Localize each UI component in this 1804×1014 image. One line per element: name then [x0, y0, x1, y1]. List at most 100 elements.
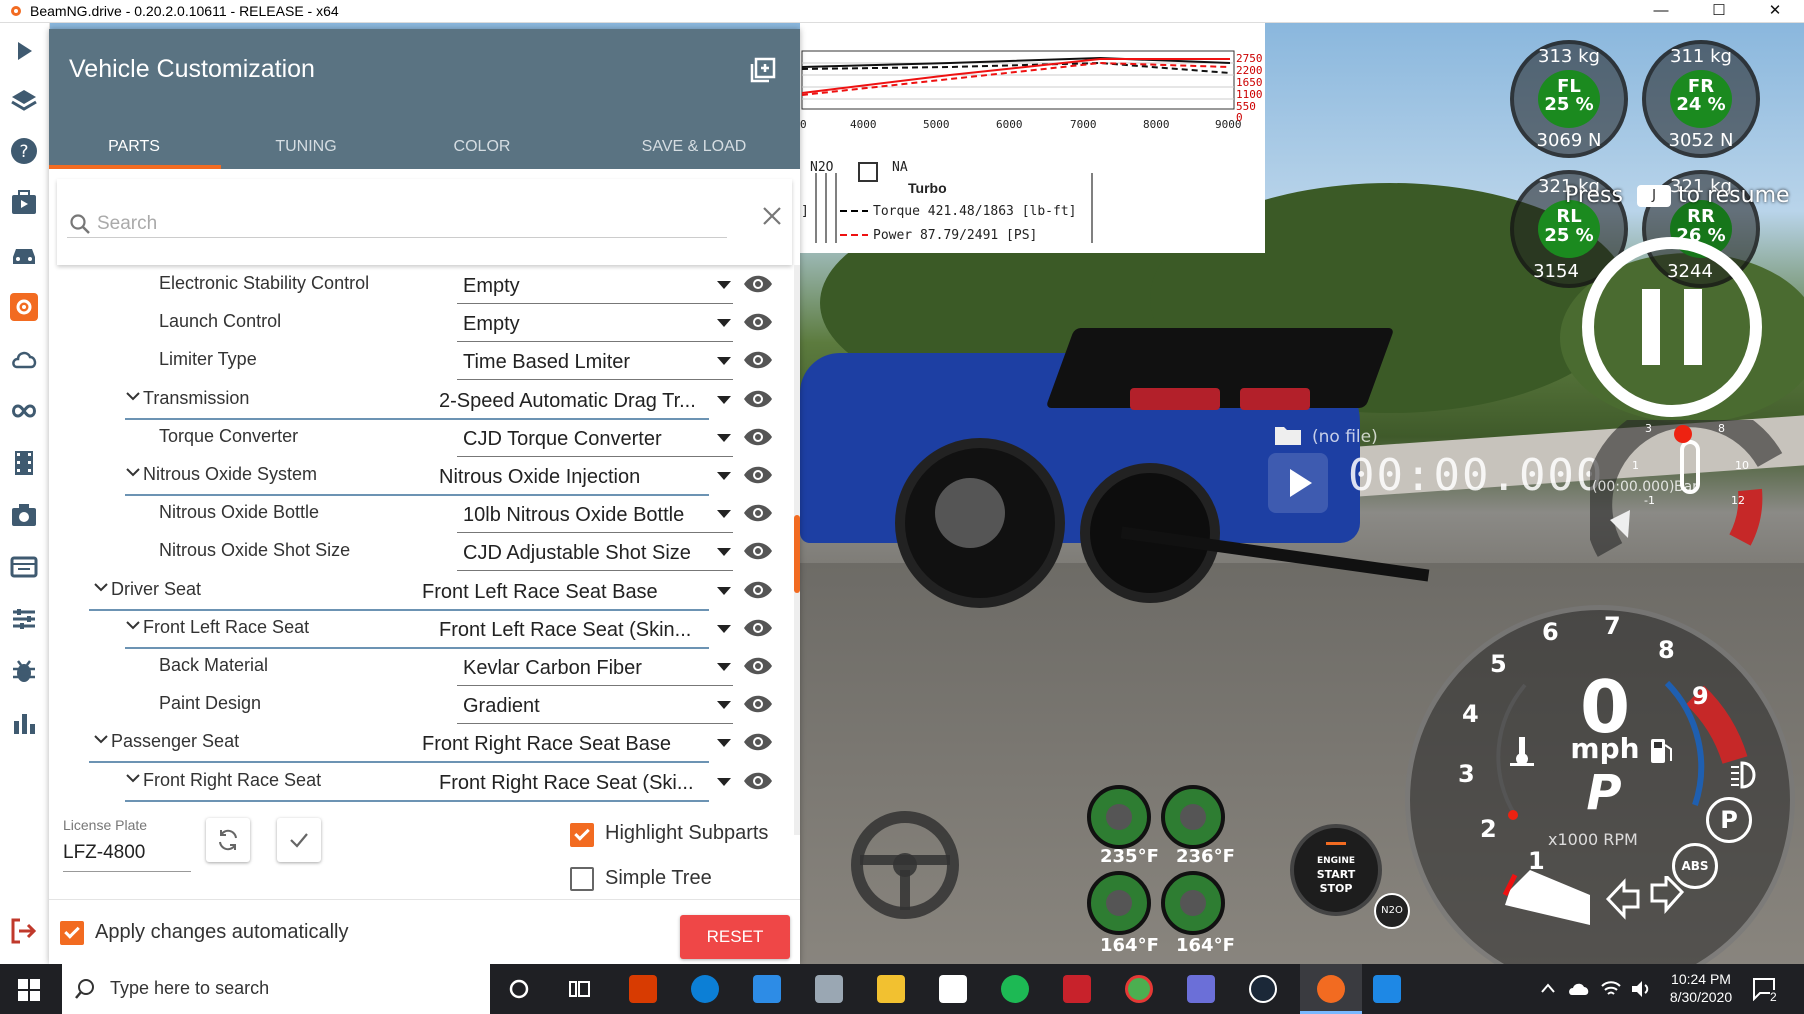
folder-icon[interactable] — [1274, 424, 1302, 446]
eye-icon[interactable] — [743, 617, 773, 639]
tab-save-load[interactable]: SAVE & LOAD — [599, 125, 789, 169]
office-icon[interactable] — [629, 975, 657, 1003]
dropdown-caret-icon[interactable] — [717, 663, 731, 671]
parking-brake-badge[interactable]: P — [1706, 797, 1752, 843]
dropdown-caret-icon[interactable] — [717, 624, 731, 633]
help-icon[interactable]: ? — [10, 137, 38, 165]
headlight-icon[interactable] — [1728, 757, 1764, 793]
eye-icon[interactable] — [743, 273, 773, 295]
discord-icon[interactable] — [1187, 975, 1215, 1003]
dropdown-caret-icon[interactable] — [717, 395, 731, 404]
scrollbar-thumb[interactable] — [794, 515, 800, 593]
minimize-button[interactable]: — — [1632, 0, 1690, 22]
tab-parts[interactable]: PARTS — [49, 125, 219, 169]
chrome-icon[interactable] — [1125, 975, 1153, 1003]
chevron-down-icon[interactable] — [91, 577, 111, 597]
tab-color[interactable]: COLOR — [397, 125, 567, 169]
search-input[interactable] — [95, 209, 719, 239]
media-app-icon[interactable] — [1063, 975, 1091, 1003]
eye-icon[interactable] — [743, 311, 773, 333]
replay-play-icon[interactable] — [1268, 453, 1328, 513]
chevron-down-icon[interactable] — [123, 462, 143, 482]
dropdown-caret-icon[interactable] — [717, 319, 731, 328]
engine-start-stop-button[interactable]: ENGINE START STOP — [1290, 824, 1382, 916]
maximize-button[interactable]: ☐ — [1690, 0, 1748, 22]
camera-icon[interactable] — [10, 501, 38, 529]
dropdown-caret-icon[interactable] — [717, 357, 731, 366]
chevron-up-icon[interactable] — [1540, 982, 1556, 994]
dropdown-caret-icon[interactable] — [717, 281, 731, 289]
eye-icon[interactable] — [743, 540, 773, 562]
task-view-icon[interactable] — [568, 978, 592, 1000]
wifi-icon[interactable] — [1600, 979, 1622, 999]
eye-icon[interactable] — [743, 349, 773, 371]
apply-changes-auto-checkbox[interactable] — [60, 921, 84, 945]
eye-icon[interactable] — [743, 693, 773, 715]
bug-icon[interactable] — [10, 657, 38, 685]
dropdown-caret-icon[interactable] — [717, 433, 731, 442]
eye-icon[interactable] — [743, 464, 773, 486]
store-icon[interactable] — [939, 975, 967, 1003]
part-select[interactable]: 2-Speed Automatic Drag Tr... — [439, 390, 709, 413]
parts-scrollbar[interactable] — [794, 265, 800, 835]
windows-start-icon[interactable] — [18, 979, 40, 1001]
chart-icon[interactable] — [10, 709, 38, 737]
volume-icon[interactable] — [1630, 979, 1652, 999]
chevron-down-icon[interactable] — [123, 768, 143, 788]
edge-icon[interactable] — [691, 975, 719, 1003]
reset-button[interactable]: RESET — [680, 915, 790, 959]
sliders-icon[interactable] — [10, 605, 38, 633]
part-select[interactable]: Front Left Race Seat (Skin... — [439, 619, 709, 642]
tab-tuning[interactable]: TUNING — [221, 125, 391, 169]
random-plate-button[interactable] — [206, 818, 250, 862]
dropdown-caret-icon[interactable] — [717, 510, 731, 519]
part-select[interactable]: CJD Adjustable Shot Size — [463, 542, 709, 565]
simple-tree-checkbox[interactable] — [570, 867, 594, 891]
taskbar-search[interactable]: Type here to search — [62, 964, 490, 1014]
dropdown-caret-icon[interactable] — [717, 701, 731, 710]
part-select[interactable]: Kevlar Carbon Fiber — [463, 657, 709, 680]
steam-icon[interactable] — [1249, 975, 1277, 1003]
pause-icon[interactable] — [1580, 235, 1765, 420]
part-select[interactable]: Front Left Race Seat Base — [422, 581, 709, 604]
taskbar-clock[interactable]: 10:24 PM 8/30/2020 — [1662, 970, 1740, 1006]
chevron-down-icon[interactable] — [91, 729, 111, 749]
dropdown-caret-icon[interactable] — [717, 586, 731, 595]
license-plate-input[interactable]: LFZ-4800 — [63, 842, 145, 864]
na-toggle-label[interactable]: NA — [892, 160, 908, 175]
infinity-icon[interactable] — [10, 397, 38, 425]
eye-icon[interactable] — [743, 579, 773, 601]
dropdown-caret-icon[interactable] — [717, 472, 731, 480]
exit-icon[interactable] — [10, 917, 38, 945]
scenario-icon[interactable] — [10, 189, 38, 217]
chevron-down-icon[interactable] — [123, 615, 143, 635]
apply-plate-button[interactable] — [277, 818, 321, 862]
layers-icon[interactable] — [10, 87, 38, 115]
part-select[interactable]: 10lb Nitrous Oxide Bottle — [463, 504, 709, 527]
cloud-icon[interactable] — [10, 345, 38, 373]
photos-app-icon[interactable] — [815, 975, 843, 1003]
onedrive-icon[interactable] — [1568, 979, 1590, 997]
dropdown-caret-icon[interactable] — [717, 739, 731, 748]
close-window-button[interactable]: ✕ — [1746, 0, 1804, 22]
n2o-badge[interactable]: N2O — [1374, 893, 1410, 929]
car-icon[interactable] — [10, 241, 38, 269]
part-select[interactable]: Nitrous Oxide Injection — [439, 466, 709, 489]
spotify-icon[interactable] — [1001, 975, 1029, 1003]
part-select[interactable]: Front Right Race Seat (Ski... — [439, 772, 709, 795]
part-select[interactable]: Empty — [463, 313, 709, 336]
film-icon[interactable] — [10, 449, 38, 477]
ui-apps-icon[interactable] — [10, 553, 38, 581]
cortana-icon[interactable] — [508, 978, 530, 1000]
part-select[interactable]: CJD Torque Converter — [463, 428, 709, 451]
eye-icon[interactable] — [743, 426, 773, 448]
taskbar-active-app[interactable] — [1300, 964, 1362, 1014]
part-select[interactable]: Time Based Lmiter — [463, 351, 709, 374]
eye-icon[interactable] — [743, 502, 773, 524]
paint-app-icon[interactable] — [1373, 975, 1401, 1003]
dropdown-caret-icon[interactable] — [717, 777, 731, 786]
close-icon[interactable] — [759, 203, 785, 229]
part-select[interactable]: Front Right Race Seat Base — [422, 733, 709, 756]
eye-icon[interactable] — [743, 388, 773, 410]
mail-icon[interactable] — [753, 975, 781, 1003]
